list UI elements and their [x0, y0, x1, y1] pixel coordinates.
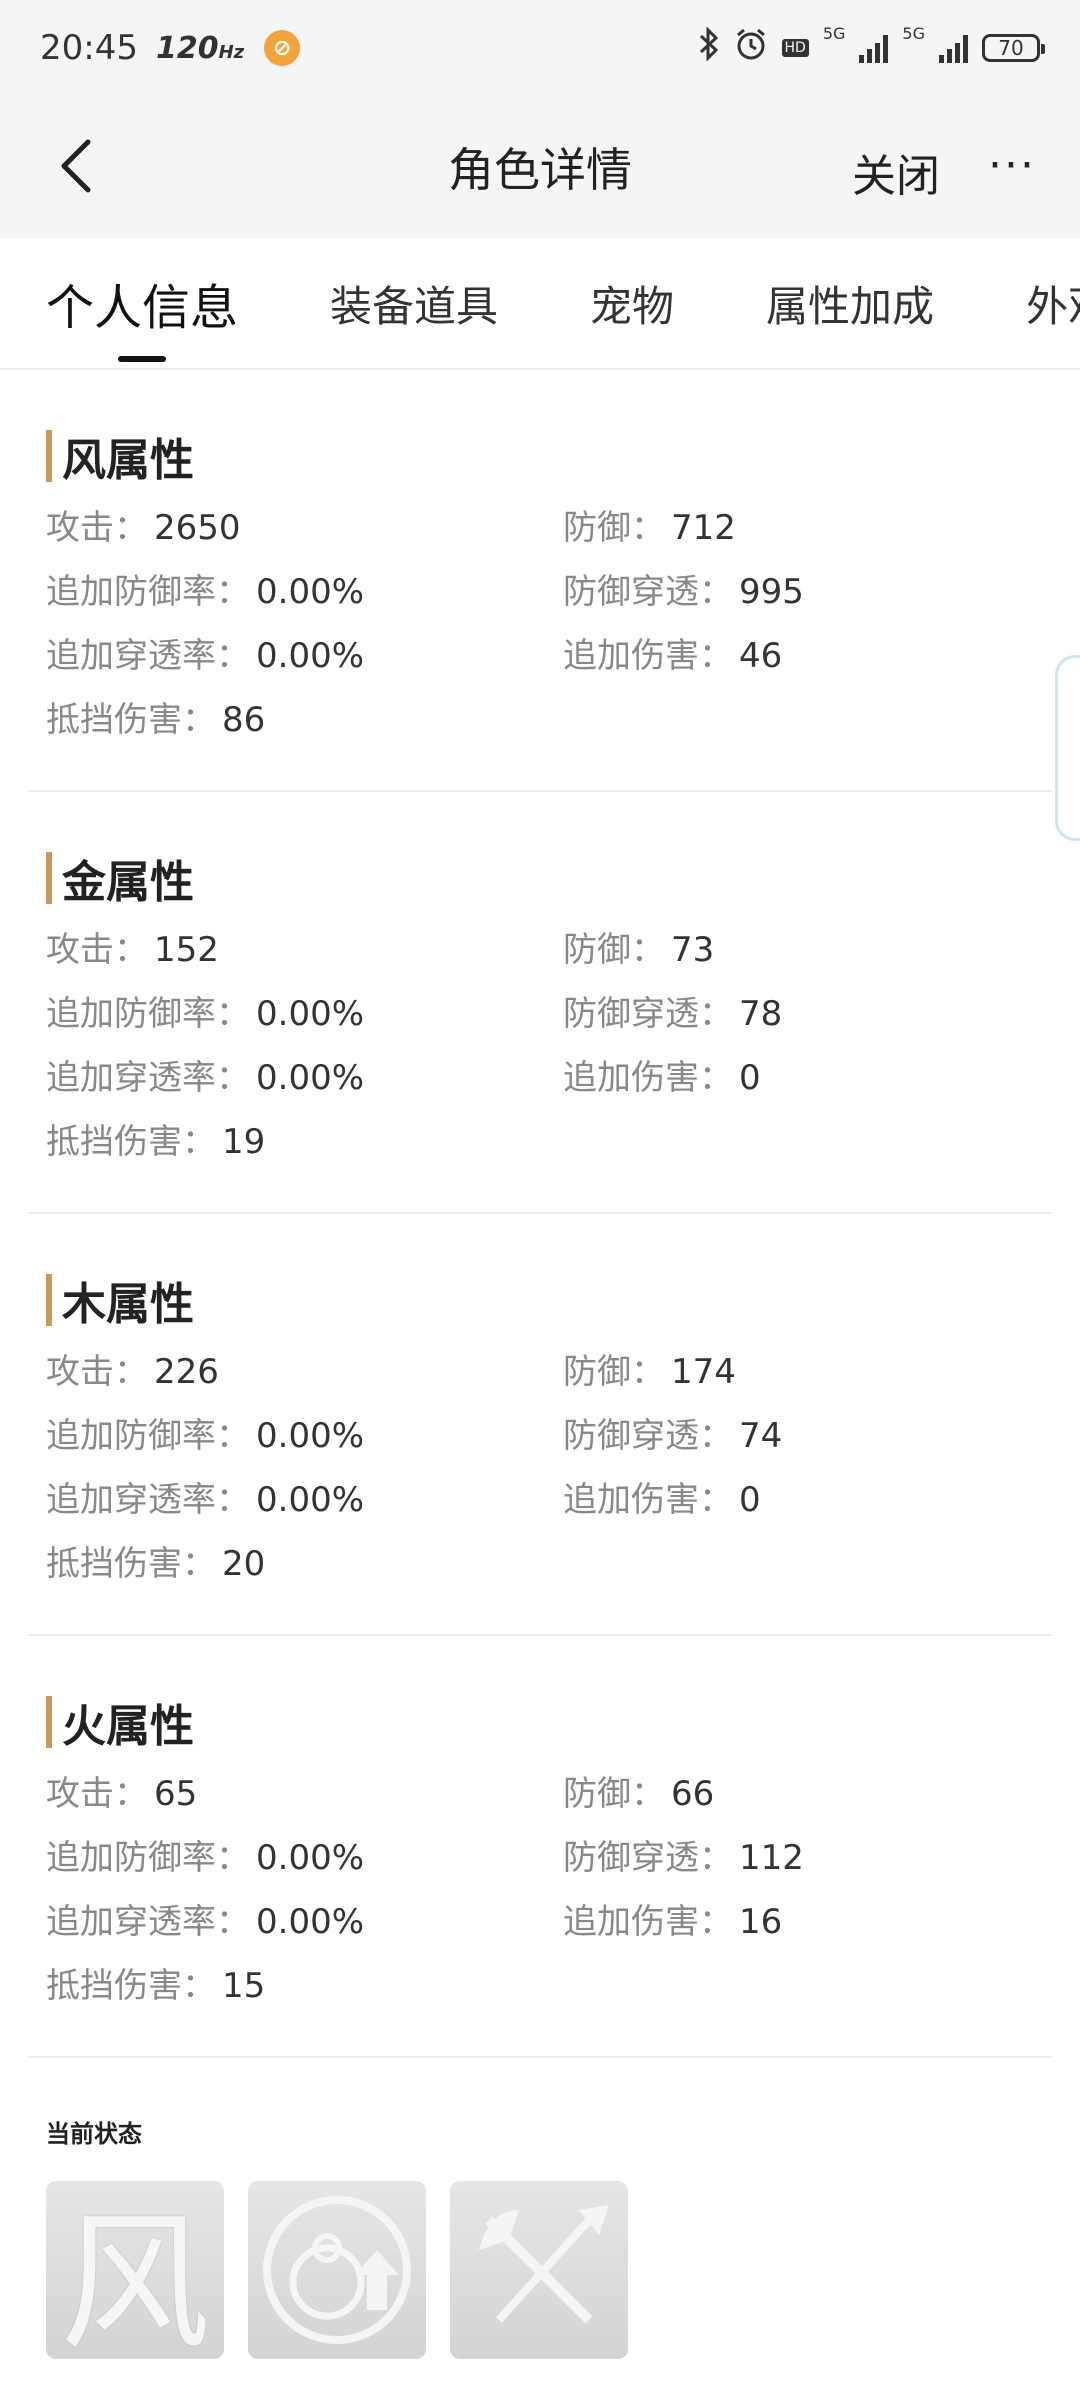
stat-extra-defense-rate: 追加防御率： 0.00%	[46, 572, 365, 612]
section-title: 金属性	[46, 848, 1052, 908]
current-status-section: 当前状态 风	[28, 2058, 1052, 2359]
wind-glyph: 风	[59, 2196, 210, 2360]
signal-icon	[859, 33, 889, 63]
tab-personal-info[interactable]: 个人信息	[46, 268, 238, 338]
section-title: 当前状态	[46, 2120, 142, 2148]
stat-block-damage: 抵挡伤害： 86	[46, 700, 266, 740]
tab-appearance[interactable]: 外观	[1026, 273, 1080, 334]
battery-icon: 70	[982, 34, 1045, 62]
attribute-section-wood: 木属性 攻击： 226 防御： 174 追加防御率： 0.00% 防御穿透： 74 追加…	[28, 1214, 1052, 1636]
stat-extra-penetration-rate: 追加穿透率： 0.00%	[46, 636, 365, 676]
stat-attack: 攻击： 152	[46, 930, 219, 970]
nav-bar: 角色详情 关闭 ···	[0, 96, 1080, 238]
floating-side-handle[interactable]	[1055, 655, 1080, 841]
alarm-icon	[734, 27, 768, 69]
stat-block-damage: 抵挡伤害： 19	[46, 1122, 266, 1162]
network-type-2: 5G	[902, 24, 925, 43]
stat-defense-penetration: 防御穿透： 995	[563, 572, 804, 612]
tab-pets[interactable]: 宠物	[590, 273, 674, 334]
close-button[interactable]: 关闭	[852, 140, 940, 204]
section-title: 火属性	[46, 1692, 1052, 1752]
stat-defense-penetration: 防御穿透： 78	[563, 994, 783, 1034]
stat-defense-penetration: 防御穿透： 112	[563, 1838, 804, 1878]
stat-defense: 防御： 73	[563, 930, 715, 970]
stat-extra-penetration-rate: 追加穿透率： 0.00%	[46, 1902, 365, 1942]
stat-defense: 防御： 66	[563, 1774, 715, 1814]
wind-buff-icon[interactable]: 风	[46, 2181, 224, 2359]
stat-attack: 攻击： 226	[46, 1352, 219, 1392]
network-type-1: 5G	[822, 24, 846, 43]
back-icon[interactable]	[50, 136, 110, 196]
stat-defense: 防御： 712	[563, 508, 736, 548]
stat-extra-damage: 追加伤害： 0	[563, 1480, 761, 1520]
crossed-weapons-icon[interactable]	[450, 2181, 628, 2359]
stat-attack: 攻击： 2650	[46, 508, 241, 548]
stat-extra-damage: 追加伤害： 16	[563, 1902, 783, 1942]
section-title: 风属性	[46, 426, 1052, 486]
stat-attack: 攻击： 65	[46, 1774, 198, 1814]
gourd-upgrade-icon[interactable]	[248, 2181, 426, 2359]
section-title: 木属性	[46, 1270, 1052, 1330]
stat-defense: 防御： 174	[563, 1352, 736, 1392]
tab-equipment[interactable]: 装备道具	[330, 273, 498, 334]
attribute-section-wind: 风属性 攻击： 2650 防御： 712 追加防御率： 0.00% 防御穿透： 995 …	[28, 370, 1052, 792]
signal-icon	[939, 33, 968, 63]
page-title: 角色详情	[448, 143, 632, 197]
stat-extra-defense-rate: 追加防御率： 0.00%	[46, 994, 365, 1034]
tab-attribute-bonus[interactable]: 属性加成	[766, 273, 934, 334]
bluetooth-icon	[698, 26, 720, 69]
stat-extra-penetration-rate: 追加穿透率： 0.00%	[46, 1058, 365, 1098]
battery-level: 70	[998, 36, 1024, 60]
stat-block-damage: 抵挡伤害： 20	[46, 1544, 266, 1584]
stat-defense-penetration: 防御穿透： 74	[563, 1416, 783, 1456]
attribute-section-fire: 火属性 攻击： 65 防御： 66 追加防御率： 0.00% 防御穿透： 112 追加穿…	[28, 1636, 1052, 2058]
stat-extra-penetration-rate: 追加穿透率： 0.00%	[46, 1480, 365, 1520]
stat-extra-damage: 追加伤害： 46	[563, 636, 783, 676]
refresh-rate: 120Hz	[155, 30, 245, 66]
attribute-section-metal: 金属性 攻击： 152 防御： 73 追加防御率： 0.00% 防御穿透： 78 追加穿…	[28, 792, 1052, 1214]
stat-extra-defense-rate: 追加防御率： 0.00%	[46, 1838, 365, 1878]
stat-extra-damage: 追加伤害： 0	[563, 1058, 761, 1098]
stat-extra-defense-rate: 追加防御率： 0.00%	[46, 1416, 365, 1456]
hd-icon: HD	[781, 39, 809, 57]
status-bar: 20:45 120Hz ⊘ HD 5G 5G 70	[0, 0, 1080, 96]
more-options-icon[interactable]: ···	[988, 140, 1036, 191]
app-notification-icon: ⊘	[264, 30, 301, 66]
stat-block-damage: 抵挡伤害： 15	[46, 1966, 266, 2006]
status-time: 20:45	[40, 28, 138, 68]
tab-bar: 个人信息 装备道具 宠物 属性加成 外观	[0, 238, 1080, 370]
